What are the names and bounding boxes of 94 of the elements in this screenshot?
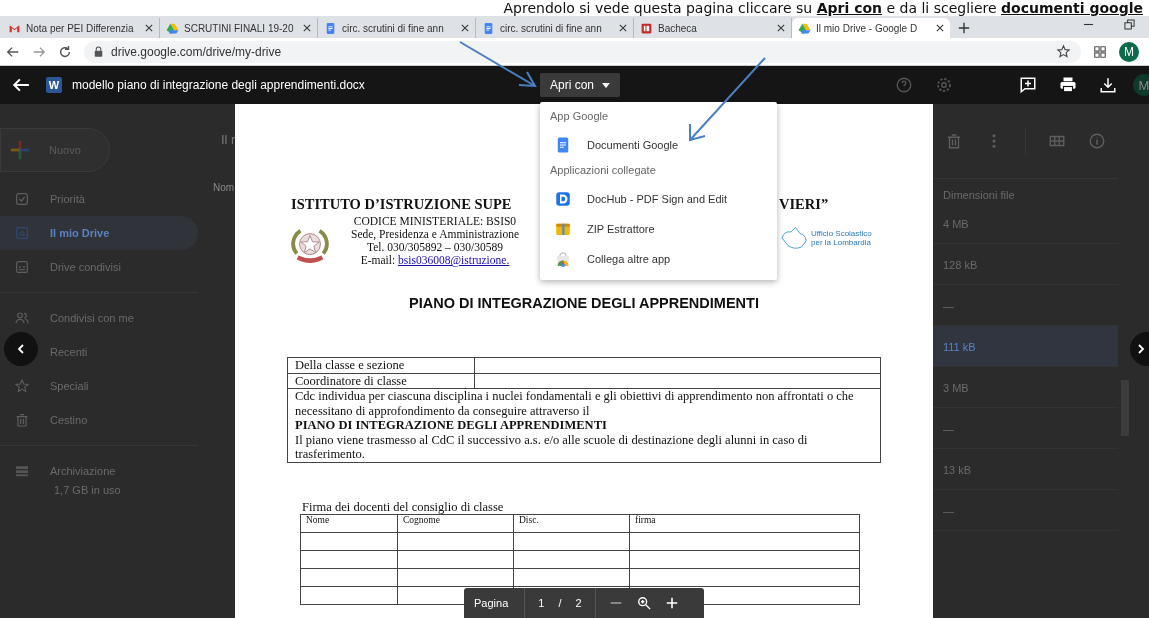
region-logo-text: Ufficio Scolastico per la Lombardia (811, 229, 873, 247)
chevron-right-icon (1136, 344, 1146, 354)
sidebar-item[interactable]: Drive condivisi (0, 250, 198, 284)
profile-avatar[interactable]: M (1119, 41, 1139, 62)
table-cell: Della classe e sezione (287, 357, 475, 373)
document-icon (324, 21, 337, 35)
close-icon[interactable] (303, 24, 311, 32)
info-paragraph: Il piano viene trasmesso al CdC il successivo a.s. e/o alle scuole di destinazione degli alunni in caso di trasferimento. (295, 432, 809, 462)
settings-icon[interactable] (935, 76, 953, 94)
new-tab-icon[interactable] (958, 22, 970, 34)
file-size-cell[interactable]: 3 MB (933, 367, 1118, 408)
table-header-cell: Nome (300, 514, 398, 532)
square-icon (640, 21, 653, 35)
institute-name: VIERI” (779, 196, 830, 213)
signature-caption: Firma dei docenti del consiglio di classe (302, 500, 505, 514)
lock-icon (94, 46, 103, 57)
help-icon[interactable] (895, 76, 913, 94)
page-label: Pagina (473, 597, 510, 609)
address-field[interactable]: drive.google.com/drive/my-drive (84, 40, 1081, 63)
total-pages: 2 (574, 597, 583, 609)
print-icon[interactable] (1059, 76, 1077, 94)
breadcrumb: Il r (221, 132, 236, 147)
sidebar-item[interactable]: Il mio Drive (0, 216, 198, 250)
file-size-cell[interactable]: 13 kB (933, 449, 1118, 490)
back-arrow-icon[interactable] (12, 76, 30, 94)
info-heading: PIANO DI INTEGRAZIONE DEGLI APPRENDIMENTI (295, 418, 608, 433)
current-page[interactable]: 1 (531, 597, 552, 609)
document-icon (554, 190, 572, 208)
institute-name: ISTITUTO D’ISTRUZIONE SUPE (291, 196, 513, 213)
table-header-cell: firma (629, 514, 860, 532)
instruction-caption: Aprendolo si vede questa pagina cliccare su Apri con e da li scegliere documenti google (0, 0, 1149, 16)
sidebar-item[interactable]: Priorità (0, 182, 198, 216)
menu-item[interactable]: ZIP Estrattore (540, 214, 777, 244)
file-size-cell[interactable]: — (933, 490, 1118, 531)
sidebar-item[interactable]: Speciali (0, 369, 198, 403)
close-icon[interactable] (936, 24, 944, 32)
file-size-cell[interactable]: — (933, 408, 1118, 449)
extensions-icon[interactable] (1093, 44, 1107, 59)
close-icon[interactable] (777, 24, 785, 32)
page-separator: / (557, 597, 563, 609)
plus-icon (9, 139, 31, 161)
email-line: E-mail: bsis036008@istruzione. (359, 254, 511, 267)
document-title: PIANO DI INTEGRAZIONE DEGLI APPRENDIMENTI (408, 295, 760, 311)
info-paragraph: Cdc individua per ciascuna disciplina i nuclei fondamentali e gli obiettivi di apprendimento non affrontati o che necessitano di approfondimento da conseguire attraverso il (295, 389, 855, 418)
zoom-in-icon[interactable] (664, 596, 679, 610)
sidebar-item[interactable]: Condivisi con me (0, 301, 198, 335)
restore-icon[interactable] (1124, 19, 1135, 30)
add-comment-icon[interactable] (1019, 76, 1037, 94)
header-line: Sede, Presidenza e Amministrazione (351, 228, 519, 241)
zoom-icon[interactable] (636, 596, 651, 610)
sidebar-item[interactable]: Cestino (0, 403, 198, 437)
close-icon[interactable] (145, 24, 153, 32)
back-icon[interactable] (6, 44, 20, 59)
email-link[interactable]: bsis036008@istruzione. (398, 254, 510, 266)
close-icon[interactable] (461, 24, 469, 32)
table-cell: Coordinatore di classe (287, 373, 475, 389)
bookmark-star-icon[interactable] (1056, 44, 1071, 59)
file-size-cell[interactable]: 128 kB (933, 244, 1118, 285)
file-size-cell[interactable]: 111 kB (933, 326, 1118, 367)
menu-item[interactable]: Collega altre app (540, 244, 777, 274)
star-icon (14, 378, 30, 394)
document-icon (482, 21, 495, 35)
caret-icon (602, 82, 611, 88)
menu-section-heading: Applicazioni collegate (549, 163, 657, 178)
header-line: Tel. 030/305892 – 030/30589 (366, 241, 504, 254)
storage-usage: 1,7 GB in uso (53, 484, 122, 496)
people-icon (14, 310, 30, 326)
checkbox-icon (14, 191, 30, 207)
column-header: Dimensioni file (942, 188, 1016, 203)
download-icon[interactable] (1099, 76, 1117, 94)
file-size-cell[interactable]: 4 MB (933, 203, 1118, 244)
profile-avatar[interactable]: M (1133, 74, 1149, 96)
trash-icon (14, 412, 30, 428)
triangle-icon (798, 21, 811, 35)
file-name: modello piano di integrazione degli apprendimenti.docx (72, 78, 366, 92)
table-header-cell: Cognome (397, 514, 514, 532)
reload-icon[interactable] (58, 44, 72, 59)
chevron-left-icon (16, 344, 26, 354)
word-file-icon: W (46, 77, 62, 93)
menu-item[interactable]: Documenti Google (540, 130, 777, 160)
menu-item[interactable]: DocHub - PDF Sign and Edit (540, 184, 777, 214)
storage-icon (14, 463, 30, 479)
shopping-bag-icon (554, 250, 572, 268)
menu-section-heading: App Google (549, 109, 610, 124)
table-header-cell: Disc. (513, 514, 630, 532)
forward-icon[interactable] (32, 44, 46, 59)
open-with-button[interactable]: Apri con (540, 73, 621, 97)
drive-icon (14, 225, 30, 241)
browser-tab[interactable]: Il mio Drive - Google D (792, 18, 950, 38)
header-line: CODICE MINISTERIALE: BSIS0 (352, 215, 518, 228)
close-icon[interactable] (619, 24, 627, 32)
shared-drive-icon (14, 259, 30, 275)
column-header: Nom (213, 182, 235, 193)
triangle-icon (166, 21, 179, 35)
